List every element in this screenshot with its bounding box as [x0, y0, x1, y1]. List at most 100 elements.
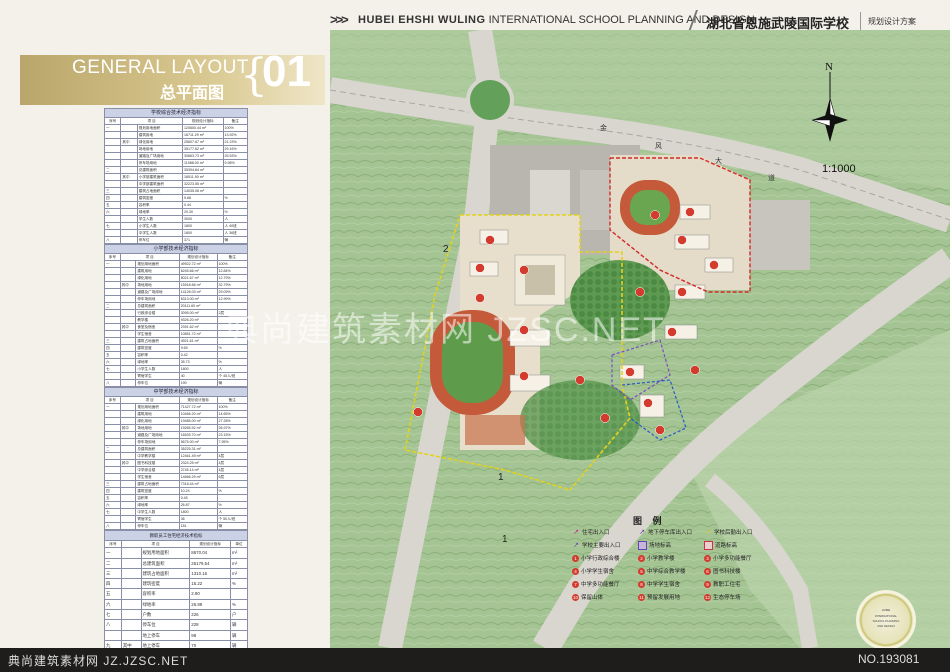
table-row: 其中 绿化用地 25607.67 m² 21.23% [103, 138, 249, 146]
number-marker-icon: 12 [704, 594, 711, 602]
number-marker-icon: 7 [572, 581, 579, 589]
table-cell [104, 452, 121, 460]
table-cell: 学生宿舍 [135, 330, 180, 338]
table-cell [103, 152, 122, 160]
table-cell: 规划用地面积 [140, 547, 191, 559]
table-cell: 4层 [216, 452, 248, 460]
table-cell: 道路及广场用地 [135, 431, 180, 439]
table-row: 绿化用地 6021.67 m² 12.79% [104, 274, 248, 282]
table-row: 道路及广场用地 30663.73 m² 25.53% [103, 152, 249, 160]
legend-label: 学校后勤出入口 [714, 530, 753, 536]
table-cell [119, 522, 137, 530]
table-header-cell: 规划设计指标 [189, 540, 232, 549]
table-row: 寄宿学生 36 个 50人/班 [104, 515, 248, 523]
table-row: 其中 图书科技楼 2324.25 m² 4层 [104, 459, 248, 467]
table-cell: 9.69 [178, 344, 218, 352]
table-cell [120, 194, 138, 202]
table-cell [119, 480, 137, 488]
table-cell: 18511.90 m² [182, 173, 224, 181]
table-row: 其中 小学部建筑面积 18511.90 m² [103, 173, 249, 181]
table-cell: 1800 [178, 365, 218, 373]
table-cell: 容积率 [140, 588, 191, 600]
legend-item: 12 生态停车场 [704, 593, 741, 602]
table-cell: 绿地率 [136, 208, 184, 216]
badge-line-2: INTERNATIONAL [874, 614, 898, 618]
header-subtitle: 规划设计方案 [868, 17, 916, 26]
table-cell: 道路及广场用地 [135, 288, 180, 296]
table-cell: 四 [104, 578, 122, 590]
table-cell [120, 145, 138, 153]
table-cell [120, 208, 138, 216]
table-cell [119, 501, 137, 509]
table-cell: 1800 [182, 222, 224, 230]
badge-line-4: AND DESIGN [877, 624, 895, 628]
table-cell [120, 166, 138, 174]
table-row: 中学综合楼 2745.14 m² 4层 [104, 466, 248, 474]
table-cell [104, 274, 121, 282]
watermark-bottom: 典尚建筑素材网 JZ.JZSC.NET [8, 654, 189, 668]
table-cell: 26.89 [189, 598, 232, 611]
table-header-cell: 规划设计指标 [182, 117, 224, 125]
table-row: 道路及广场用地 14126.03 m² 29.09% [104, 288, 248, 296]
table-cell: 11988.00 m² [182, 159, 224, 167]
header-separator [860, 12, 861, 30]
header-title-en-bold: HUBEI EHSHI WULING [358, 14, 486, 26]
table-cell [119, 274, 137, 282]
elevation-swatch-icon [704, 541, 713, 551]
entrance-arrow-icon: ↗ [573, 542, 579, 550]
table-row: 道路及广场用地 16539.70 m² 23.15% [104, 431, 248, 439]
table-cell [120, 619, 142, 631]
table-cell [119, 344, 137, 352]
table-cell: 学生宿舍 [135, 473, 180, 481]
table-cell: 190 [178, 379, 218, 387]
legend-label: 地下停车库出入口 [648, 530, 693, 536]
table-cell: 建筑密度 [135, 487, 180, 495]
table-cell: 2324.25 m² [178, 459, 218, 467]
legend-label: 生态停车场 [713, 595, 741, 601]
legend-item: 10 保留山体 [572, 593, 604, 602]
table-row: 中学生人数 1800 人 36班 [103, 229, 249, 237]
table-cell [120, 557, 142, 569]
section-title-en: GENERAL LAYOUT [72, 57, 249, 78]
table-cell: % [216, 358, 248, 366]
table-cell: 2745.14 m² [178, 466, 218, 474]
number-marker-icon: 2 [638, 555, 645, 563]
table-cell: 二 [104, 302, 121, 310]
table-cell [119, 365, 137, 373]
section-title-cn: 总平面图 [160, 85, 225, 102]
table-cell: 六 [104, 598, 122, 611]
table-cell: 7.95% [216, 438, 248, 446]
table-cell [103, 145, 122, 153]
table-cell: 建筑用地 [135, 410, 180, 418]
legend-label: 保留山体 [581, 595, 604, 601]
table-cell: 6313.00 m² [178, 295, 218, 303]
table-cell: 15918.66 m² [178, 281, 218, 289]
entrance-arrow-icon: ↗ [705, 529, 711, 537]
table-cell: 停车场用地 [135, 295, 180, 303]
table-cell [104, 466, 121, 474]
table-cell: 人 36班 [222, 229, 249, 237]
legend-label: 住宅出入口 [582, 530, 610, 536]
table-row: 绿化用地 19485.00 m² 27.28% [104, 417, 248, 425]
table-cell: 总建筑面积 [135, 302, 180, 310]
table-row: 二 总建筑面积 35394.64 m² [103, 166, 249, 174]
table-cell: 15.22 [189, 578, 232, 590]
table-caption: 教职员工住宅经济技术指标 [104, 529, 248, 542]
table-cell [119, 358, 137, 366]
table-cell: 绿地率 [140, 598, 191, 611]
table-cell: 学生人数 [136, 215, 184, 223]
table-header-cell: 备注 [216, 396, 248, 404]
table-cell [120, 159, 138, 167]
table-cell: 辆 [230, 619, 248, 631]
table-header-cell: 序号 [104, 540, 122, 549]
table-cell [103, 180, 122, 188]
table-row: 一 规划用地面积 49922.72 m² 100% [104, 260, 248, 268]
table-cell: 20.30 [182, 208, 224, 216]
elevation-swatch-icon [638, 541, 647, 551]
table-cell: m² [230, 567, 248, 580]
table-cell [104, 288, 121, 296]
table-cell: 四 [104, 487, 121, 495]
table-header-cell: 单位 [230, 540, 248, 549]
table-cell: 中学教学楼 [135, 452, 180, 460]
table-cell: 小学生人数 [135, 365, 180, 373]
